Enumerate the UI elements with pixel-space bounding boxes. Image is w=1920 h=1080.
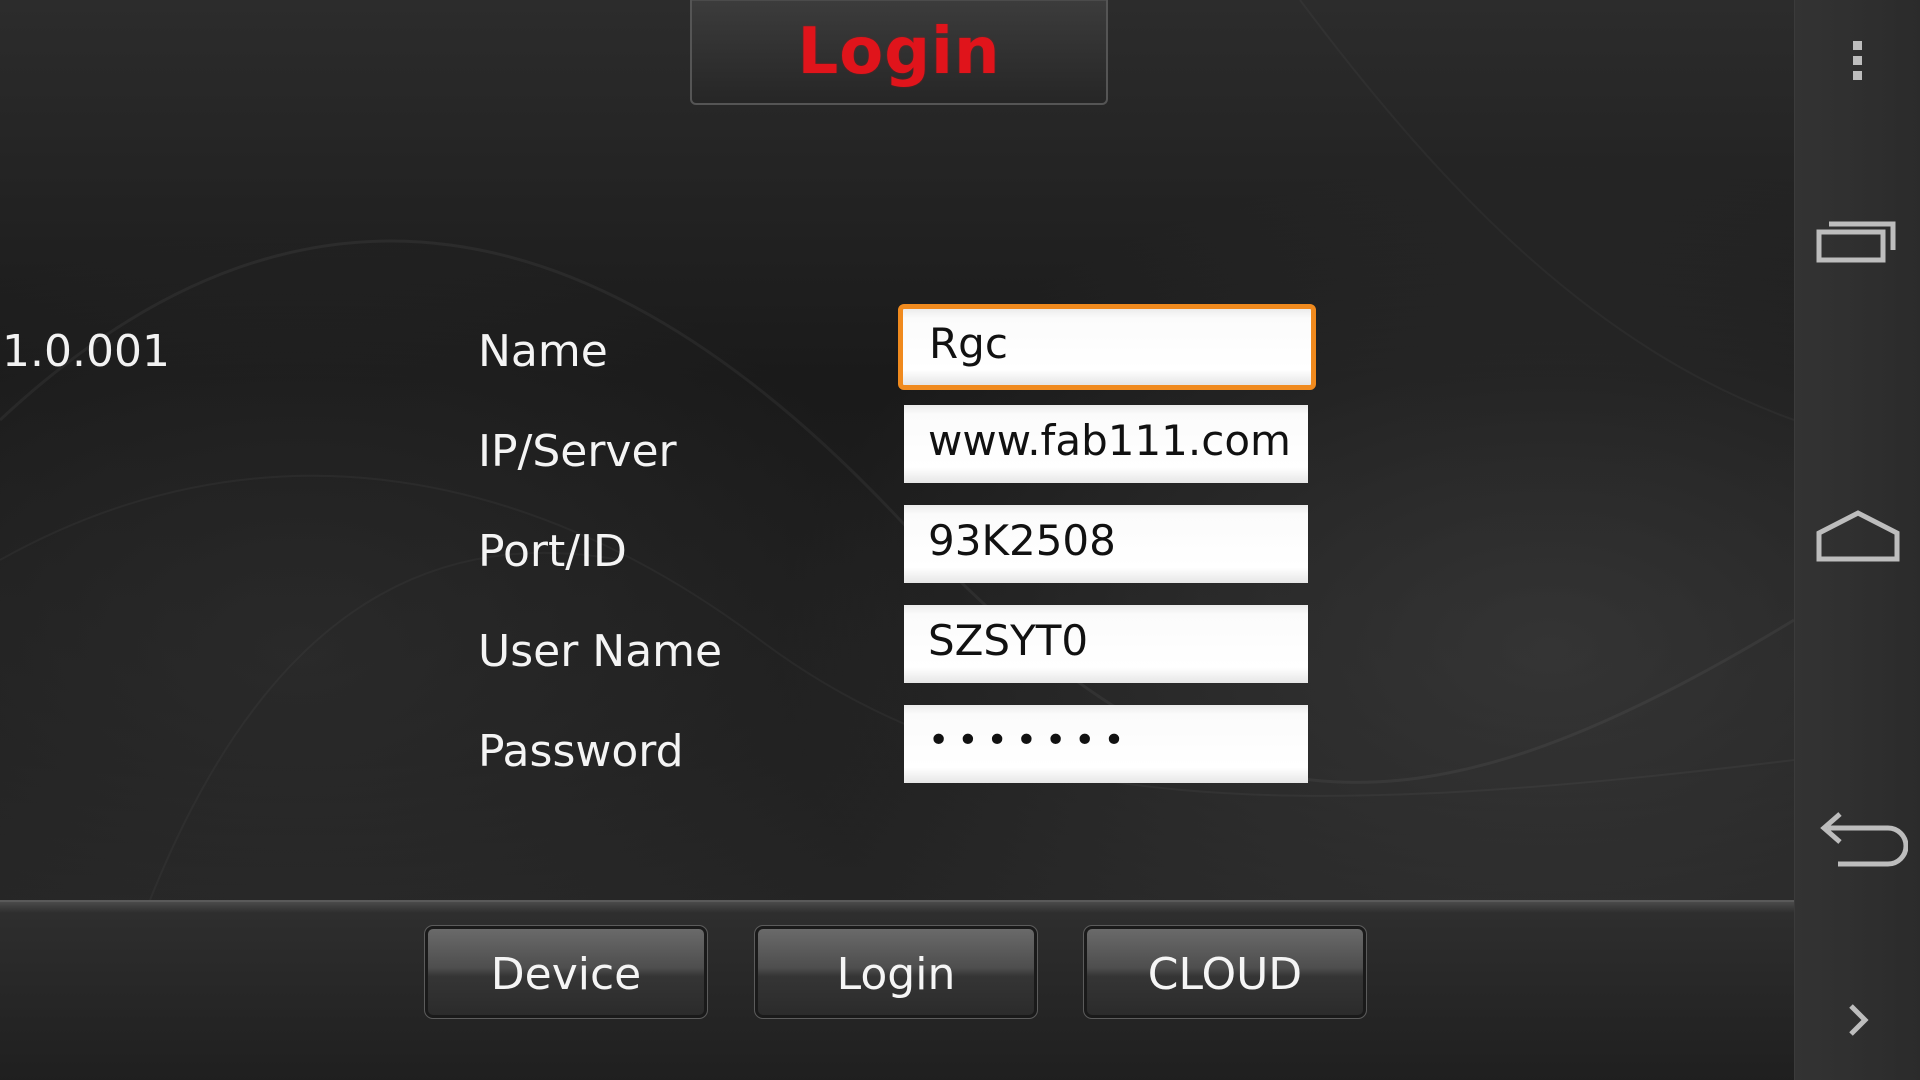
ip-server-label: IP/Server: [478, 426, 677, 477]
user-name-input[interactable]: [904, 605, 1308, 683]
system-navigation-bar: [1794, 0, 1920, 1080]
ip-server-input[interactable]: [904, 405, 1308, 483]
more-vertical-icon[interactable]: [1795, 30, 1920, 90]
device-button[interactable]: Device: [424, 925, 708, 1019]
page-title: Login: [797, 14, 1001, 89]
recent-apps-icon[interactable]: [1795, 200, 1920, 280]
version-label: 1.0.001: [2, 326, 170, 377]
login-screen: Login 1.0.001 Name IP/Server Port/ID Use…: [0, 0, 1794, 1080]
home-icon[interactable]: [1795, 495, 1920, 575]
password-input[interactable]: [904, 705, 1308, 783]
user-name-label: User Name: [478, 626, 723, 677]
cloud-button[interactable]: CLOUD: [1083, 925, 1367, 1019]
name-label: Name: [478, 326, 608, 377]
login-button[interactable]: Login: [754, 925, 1038, 1019]
screen: Login 1.0.001 Name IP/Server Port/ID Use…: [0, 0, 1920, 1080]
chevron-right-icon[interactable]: [1795, 990, 1920, 1050]
back-icon[interactable]: [1795, 800, 1920, 880]
password-label: Password: [478, 726, 684, 777]
name-input[interactable]: [898, 304, 1316, 390]
title-box: Login: [690, 0, 1108, 105]
background-swirl: [0, 239, 1794, 797]
port-id-label: Port/ID: [478, 526, 627, 577]
port-id-input[interactable]: [904, 505, 1308, 583]
